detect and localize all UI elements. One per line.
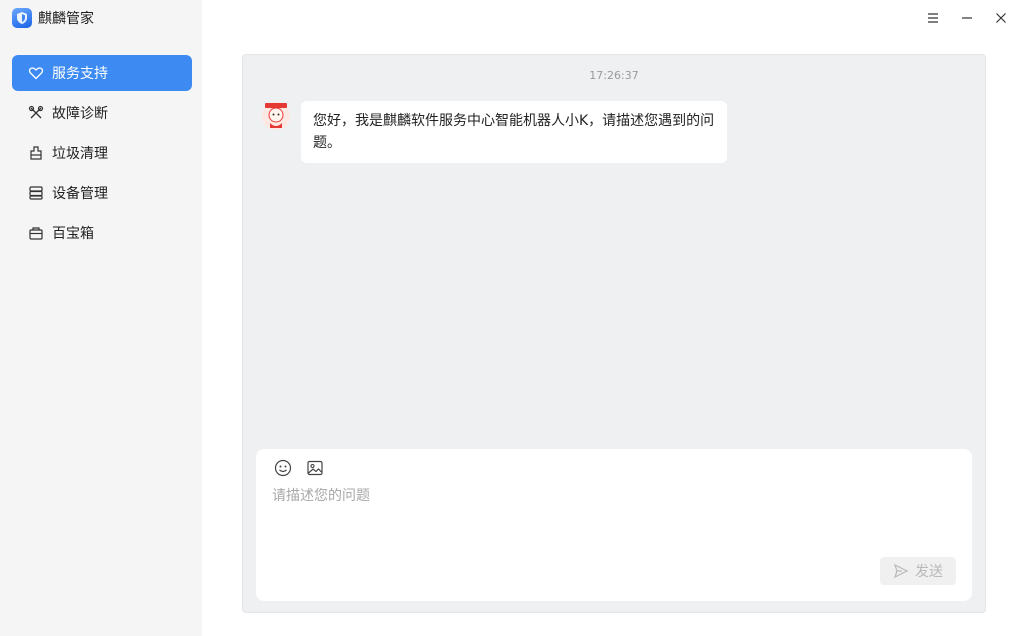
message-timestamp: 17:26:37 bbox=[589, 69, 639, 82]
emoji-icon bbox=[274, 459, 292, 477]
bot-message-bubble: 您好，我是麒麟软件服务中心智能机器人小K，请描述您遇到的问题。 bbox=[301, 101, 727, 163]
sidebar-item-diagnosis[interactable]: 故障诊断 bbox=[12, 95, 192, 131]
heart-icon bbox=[28, 67, 44, 80]
robot-mascot-icon bbox=[262, 102, 290, 130]
minimize-button[interactable] bbox=[953, 8, 981, 28]
send-label: 发送 bbox=[915, 564, 943, 580]
message-input[interactable] bbox=[272, 485, 952, 545]
app-title: 麒麟管家 bbox=[38, 11, 94, 27]
image-button[interactable] bbox=[306, 459, 324, 477]
sidebar-item-device-management[interactable]: 设备管理 bbox=[12, 175, 192, 211]
sidebar-item-label: 垃圾清理 bbox=[52, 146, 108, 162]
kylin-shield-logo-icon bbox=[12, 8, 32, 28]
app-header: 麒麟管家 bbox=[12, 7, 94, 29]
message-input-area: 发送 bbox=[256, 449, 972, 601]
send-button[interactable]: 发送 bbox=[880, 557, 956, 585]
menu-button[interactable] bbox=[919, 8, 947, 28]
close-button[interactable] bbox=[987, 8, 1015, 28]
sidebar: 麒麟管家 服务支持 故障诊断 垃圾清理 设备管理 百宝箱 bbox=[0, 0, 202, 636]
device-icon bbox=[29, 186, 43, 200]
bot-message-row: 您好，我是麒麟软件服务中心智能机器人小K，请描述您遇到的问题。 bbox=[261, 101, 727, 163]
menu-icon bbox=[928, 13, 938, 23]
sidebar-item-label: 百宝箱 bbox=[52, 226, 94, 242]
sidebar-item-label: 服务支持 bbox=[52, 66, 108, 82]
close-icon bbox=[996, 13, 1006, 23]
sidebar-item-label: 设备管理 bbox=[52, 186, 108, 202]
sidebar-item-service-support[interactable]: 服务支持 bbox=[12, 55, 192, 91]
send-icon bbox=[893, 563, 909, 579]
sidebar-item-label: 故障诊断 bbox=[52, 106, 108, 122]
bot-avatar bbox=[261, 101, 291, 131]
minimize-icon bbox=[962, 17, 972, 19]
input-toolbar bbox=[274, 459, 324, 477]
sidebar-item-cleanup[interactable]: 垃圾清理 bbox=[12, 135, 192, 171]
window-controls bbox=[919, 8, 1015, 28]
broom-icon bbox=[30, 146, 42, 160]
app-window: 麒麟管家 服务支持 故障诊断 垃圾清理 设备管理 百宝箱 17:26:37 您好… bbox=[0, 0, 1021, 636]
toolbox-icon bbox=[29, 227, 43, 240]
image-icon bbox=[307, 460, 323, 476]
sidebar-item-toolbox[interactable]: 百宝箱 bbox=[12, 215, 192, 251]
tools-icon bbox=[28, 105, 44, 119]
emoji-button[interactable] bbox=[274, 459, 292, 477]
chat-panel: 17:26:37 您好，我是麒麟软件服务中心智能机器人小K，请描述您遇到的问题。 bbox=[242, 54, 986, 613]
sidebar-nav: 服务支持 故障诊断 垃圾清理 设备管理 百宝箱 bbox=[12, 55, 192, 255]
